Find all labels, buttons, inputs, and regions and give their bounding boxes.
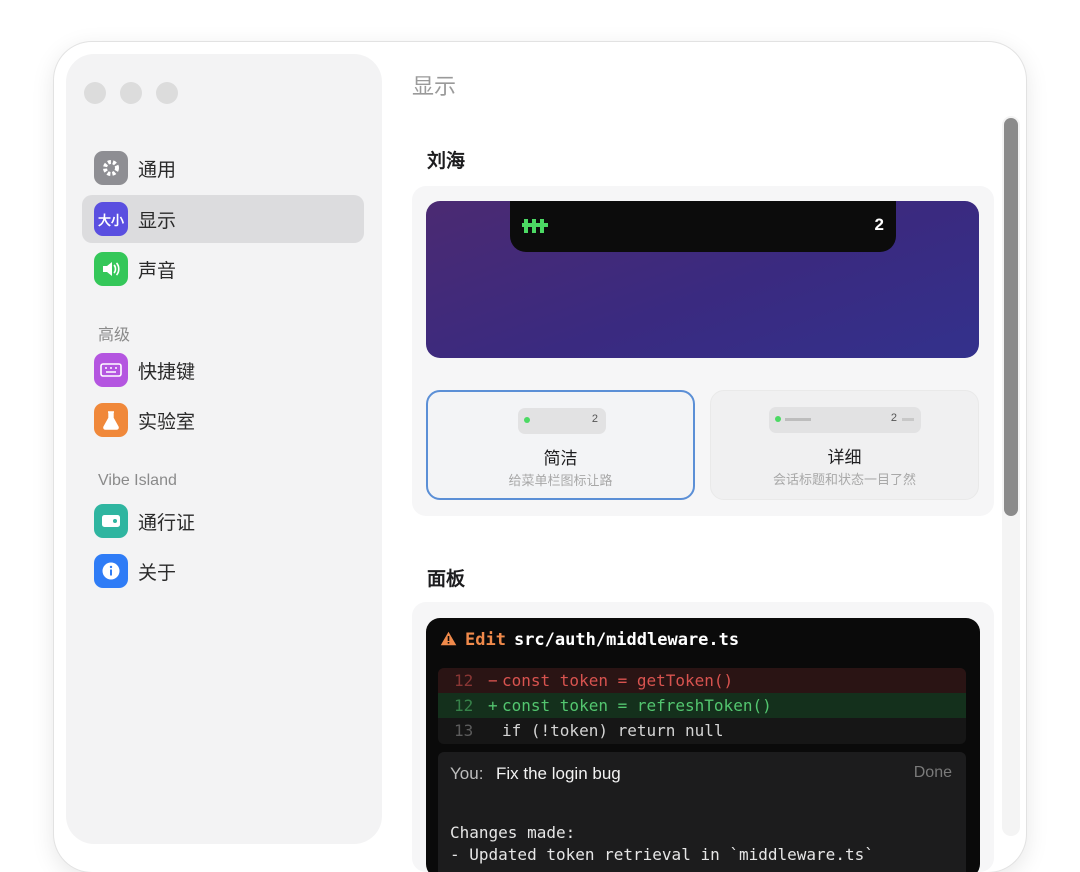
option-title: 详细 (827, 448, 862, 467)
user-message: Fix the login bug (496, 764, 621, 783)
sidebar-item-label: 声音 (138, 260, 177, 282)
diff-sign: + (488, 696, 498, 715)
diff-code: const token = getToken() (502, 671, 734, 690)
scrollbar-thumb[interactable] (1004, 118, 1018, 516)
panel-preview: Edit src/auth/middleware.ts 12− const toke… (426, 618, 980, 872)
close-window-button[interactable] (84, 82, 106, 104)
notch-style-detailed-option[interactable]: 2 详细 会话标题和状态一目了然 (710, 390, 979, 500)
line-number: 13 (454, 721, 474, 740)
diff-line-removed: 12− const token = getToken() (438, 668, 966, 693)
sidebar-item-pass[interactable]: 通行证 (82, 497, 364, 545)
notch-session-count: 2 (874, 215, 884, 234)
sidebar-item-label: 快捷键 (138, 361, 196, 383)
notch-bar: 2 (510, 201, 896, 252)
pixel-creature-icon (522, 219, 548, 233)
line-number: 12 (454, 696, 474, 715)
diff-code: const token = refreshToken() (502, 696, 772, 715)
text-size-icon: 大小 (94, 202, 128, 236)
title-line-placeholder (785, 418, 811, 421)
notch-style-minimal-option[interactable]: 2 简洁 给菜单栏图标让路 (426, 390, 695, 500)
sidebar-item-label: 显示 (138, 210, 177, 232)
sidebar-item-lab[interactable]: 实验室 (82, 396, 364, 444)
you-label: You: (450, 764, 484, 783)
info-icon (94, 554, 128, 588)
changes-line: - Updated token retrieval in `middleware… (450, 845, 874, 864)
sidebar-section-advanced: 高级 (98, 327, 131, 344)
line-number: 12 (454, 671, 474, 690)
file-path: src/auth/middleware.ts (513, 630, 740, 650)
detailed-mini-preview: 2 (769, 407, 921, 433)
option-subtitle: 会话标题和状态一目了然 (772, 472, 916, 487)
changes-title: Changes made: (450, 823, 576, 842)
option-title: 简洁 (543, 449, 578, 468)
keyboard-icon (94, 353, 128, 387)
chat-transcript: You: Fix the login bug Done Changes made… (438, 752, 966, 872)
minimal-mini-preview: 2 (518, 408, 606, 434)
sidebar: 通用 大小 显示 声音 高级 快捷键 实验室 Vibe Island 通行证 关… (66, 54, 382, 844)
sidebar-item-label: 通用 (138, 159, 177, 181)
diff-line-context: 13 if (!token) return null (438, 718, 966, 743)
settings-window: 通用 大小 显示 声音 高级 快捷键 实验室 Vibe Island 通行证 关… (54, 42, 1026, 872)
diff-view: 12− const token = getToken() 12 + const tok… (438, 668, 966, 744)
sidebar-section-vibe-island: Vibe Island (98, 472, 177, 489)
gear-icon (94, 151, 128, 185)
flask-icon (94, 403, 128, 437)
sidebar-item-label: 通行证 (138, 512, 196, 534)
status-line-placeholder (902, 418, 914, 421)
status-done: Done (913, 764, 952, 781)
changes-summary: Changes made: - Updated token retrieval … (450, 822, 874, 866)
status-dot-icon (775, 416, 781, 422)
diff-code: if (!token) return null (502, 721, 724, 740)
notch-section-title: 刘海 (427, 151, 466, 172)
sidebar-item-sound[interactable]: 声音 (82, 245, 364, 293)
option-subtitle: 给菜单栏图标让路 (508, 473, 613, 488)
minimize-window-button[interactable] (120, 82, 142, 104)
sidebar-item-general[interactable]: 通用 (82, 144, 364, 192)
edit-label: Edit (465, 630, 506, 650)
mini-count: 2 (890, 412, 897, 424)
page-title: 显示 (412, 74, 457, 99)
warning-icon (440, 631, 457, 646)
mini-count: 2 (591, 413, 598, 425)
zoom-window-button[interactable] (156, 82, 178, 104)
panel-section-title: 面板 (427, 569, 466, 590)
speaker-icon (94, 252, 128, 286)
status-dot-icon (524, 417, 530, 423)
sidebar-item-about[interactable]: 关于 (82, 547, 364, 595)
notch-preview: 2 (426, 201, 979, 358)
diff-line-added: 12 + const token = refreshToken() (438, 693, 966, 718)
sidebar-item-display[interactable]: 大小 显示 (82, 195, 364, 243)
sidebar-item-label: 实验室 (138, 411, 196, 433)
wallet-icon (94, 504, 128, 538)
sidebar-item-shortcuts[interactable]: 快捷键 (82, 346, 364, 394)
edit-header: Edit src/auth/middleware.ts (440, 630, 739, 650)
diff-sign: − (488, 671, 498, 690)
sidebar-item-label: 关于 (138, 562, 177, 584)
